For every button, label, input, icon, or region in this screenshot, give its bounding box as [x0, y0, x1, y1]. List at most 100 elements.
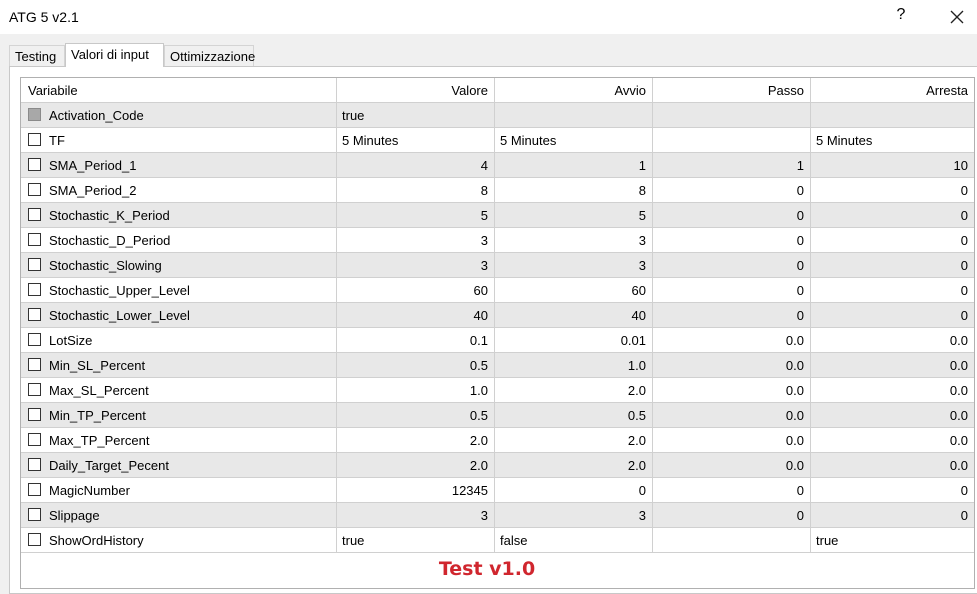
- step-cell[interactable]: [653, 128, 811, 153]
- start-cell[interactable]: 0: [495, 478, 653, 503]
- optimize-checkbox[interactable]: [28, 308, 41, 321]
- step-cell[interactable]: 0: [653, 278, 811, 303]
- value-cell[interactable]: 4: [337, 153, 495, 178]
- start-cell[interactable]: 1.0: [495, 353, 653, 378]
- stop-cell[interactable]: 0.0: [811, 403, 974, 428]
- stop-cell[interactable]: true: [811, 528, 974, 553]
- stop-cell[interactable]: 0: [811, 303, 974, 328]
- column-header-variable[interactable]: Variabile: [21, 78, 337, 103]
- stop-cell[interactable]: 5 Minutes: [811, 128, 974, 153]
- step-cell[interactable]: 0.0: [653, 428, 811, 453]
- value-cell[interactable]: 0.1: [337, 328, 495, 353]
- step-cell[interactable]: 0: [653, 228, 811, 253]
- stop-cell[interactable]: 0: [811, 278, 974, 303]
- value-cell[interactable]: 3: [337, 228, 495, 253]
- stop-cell[interactable]: 0: [811, 253, 974, 278]
- start-cell[interactable]: 5: [495, 203, 653, 228]
- step-cell[interactable]: 0.0: [653, 453, 811, 478]
- optimize-checkbox[interactable]: [28, 258, 41, 271]
- step-cell[interactable]: 0: [653, 203, 811, 228]
- stop-cell[interactable]: 0.0: [811, 328, 974, 353]
- optimize-checkbox[interactable]: [28, 233, 41, 246]
- start-cell[interactable]: 3: [495, 503, 653, 528]
- stop-cell[interactable]: 0: [811, 228, 974, 253]
- tab-valori-di-input[interactable]: Valori di input: [65, 43, 164, 67]
- value-cell[interactable]: 12345: [337, 478, 495, 503]
- optimize-checkbox[interactable]: [28, 508, 41, 521]
- start-cell[interactable]: 0.5: [495, 403, 653, 428]
- start-cell[interactable]: 2.0: [495, 378, 653, 403]
- optimize-checkbox[interactable]: [28, 358, 41, 371]
- value-cell[interactable]: 8: [337, 178, 495, 203]
- start-cell[interactable]: false: [495, 528, 653, 553]
- optimize-checkbox[interactable]: [28, 133, 41, 146]
- start-cell[interactable]: 0.01: [495, 328, 653, 353]
- optimize-checkbox[interactable]: [28, 533, 41, 546]
- tab-testing[interactable]: Testing: [9, 45, 65, 67]
- optimize-checkbox[interactable]: [28, 208, 41, 221]
- stop-cell[interactable]: 0: [811, 478, 974, 503]
- column-header-value[interactable]: Valore: [337, 78, 495, 103]
- start-cell[interactable]: 60: [495, 278, 653, 303]
- stop-cell[interactable]: 0.0: [811, 453, 974, 478]
- value-cell[interactable]: true: [337, 528, 495, 553]
- step-cell[interactable]: 0: [653, 253, 811, 278]
- value-cell[interactable]: 5 Minutes: [337, 128, 495, 153]
- optimize-checkbox[interactable]: [28, 383, 41, 396]
- stop-cell[interactable]: 0.0: [811, 378, 974, 403]
- optimize-checkbox[interactable]: [28, 408, 41, 421]
- value-cell[interactable]: 2.0: [337, 428, 495, 453]
- optimize-checkbox[interactable]: [28, 283, 41, 296]
- value-cell[interactable]: 0.5: [337, 353, 495, 378]
- optimize-checkbox[interactable]: [28, 458, 41, 471]
- value-cell[interactable]: 40: [337, 303, 495, 328]
- stop-cell[interactable]: [811, 103, 974, 128]
- start-cell[interactable]: 3: [495, 253, 653, 278]
- close-button[interactable]: [944, 6, 970, 28]
- stop-cell[interactable]: 0: [811, 178, 974, 203]
- step-cell[interactable]: 0: [653, 478, 811, 503]
- step-cell[interactable]: 0: [653, 503, 811, 528]
- value-cell[interactable]: 0.5: [337, 403, 495, 428]
- step-cell[interactable]: 0.0: [653, 378, 811, 403]
- column-header-start[interactable]: Avvio: [495, 78, 653, 103]
- value-cell[interactable]: true: [337, 103, 495, 128]
- step-cell[interactable]: 0.0: [653, 353, 811, 378]
- start-cell[interactable]: 40: [495, 303, 653, 328]
- stop-cell[interactable]: 0.0: [811, 353, 974, 378]
- stop-cell[interactable]: 0.0: [811, 428, 974, 453]
- step-cell[interactable]: 0.0: [653, 328, 811, 353]
- stop-cell[interactable]: 0: [811, 203, 974, 228]
- step-cell[interactable]: [653, 528, 811, 553]
- version-label: Test v1.0: [438, 558, 536, 580]
- optimize-checkbox[interactable]: [28, 158, 41, 171]
- help-button[interactable]: ?: [893, 6, 909, 24]
- step-cell[interactable]: 0.0: [653, 403, 811, 428]
- column-header-step[interactable]: Passo: [653, 78, 811, 103]
- step-cell[interactable]: [653, 103, 811, 128]
- optimize-checkbox[interactable]: [28, 183, 41, 196]
- value-cell[interactable]: 1.0: [337, 378, 495, 403]
- step-cell[interactable]: 0: [653, 178, 811, 203]
- value-cell[interactable]: 5: [337, 203, 495, 228]
- value-cell[interactable]: 60: [337, 278, 495, 303]
- step-cell[interactable]: 0: [653, 303, 811, 328]
- optimize-checkbox[interactable]: [28, 483, 41, 496]
- tab-ottimizzazione[interactable]: Ottimizzazione: [164, 45, 255, 67]
- start-cell[interactable]: [495, 103, 653, 128]
- stop-cell[interactable]: 0: [811, 503, 974, 528]
- optimize-checkbox[interactable]: [28, 433, 41, 446]
- start-cell[interactable]: 3: [495, 228, 653, 253]
- start-cell[interactable]: 2.0: [495, 453, 653, 478]
- optimize-checkbox[interactable]: [28, 333, 41, 346]
- start-cell[interactable]: 8: [495, 178, 653, 203]
- start-cell[interactable]: 2.0: [495, 428, 653, 453]
- column-header-stop[interactable]: Arresta: [811, 78, 974, 103]
- value-cell[interactable]: 3: [337, 503, 495, 528]
- value-cell[interactable]: 2.0: [337, 453, 495, 478]
- step-cell[interactable]: 1: [653, 153, 811, 178]
- start-cell[interactable]: 1: [495, 153, 653, 178]
- value-cell[interactable]: 3: [337, 253, 495, 278]
- stop-cell[interactable]: 10: [811, 153, 974, 178]
- start-cell[interactable]: 5 Minutes: [495, 128, 653, 153]
